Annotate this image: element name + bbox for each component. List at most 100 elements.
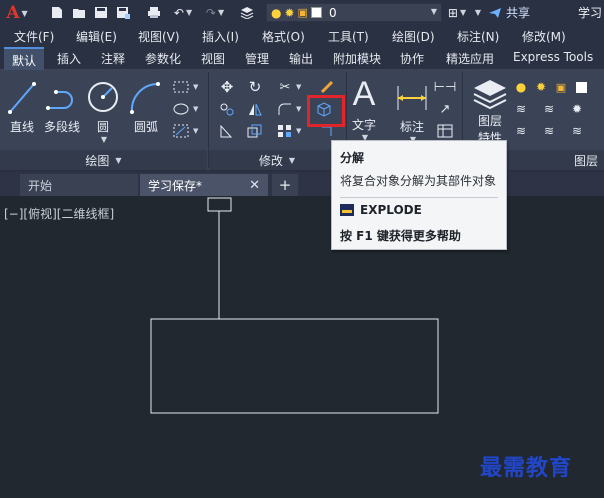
modify-panel-footer[interactable]: 修改 ▼: [209, 150, 345, 170]
circle-label: 圆: [96, 120, 109, 134]
layer-tool-icon[interactable]: ≋: [512, 100, 530, 118]
chevron-down-icon: ▼: [115, 155, 122, 165]
tab-start-label: 开始: [28, 178, 53, 193]
chevron-down-icon: ▼: [193, 105, 199, 113]
draw-panel-footer[interactable]: 绘图 ▼: [0, 150, 207, 170]
chevron-down-icon: ▼: [185, 8, 193, 17]
chevron-down-icon: ▼: [100, 135, 108, 144]
menu-dimension[interactable]: 标注(N): [457, 28, 499, 45]
tab-view[interactable]: 视图: [201, 50, 225, 67]
menu-file[interactable]: 文件(F): [14, 28, 54, 45]
ellipse-icon[interactable]: [172, 100, 190, 118]
color-swatch: [310, 7, 322, 18]
dimension-button[interactable]: 标注 ▼: [395, 78, 429, 144]
line-label: 直线: [9, 120, 34, 134]
stretch-icon[interactable]: [218, 122, 236, 140]
lightbulb-icon[interactable]: ●: [512, 78, 530, 96]
array-icon[interactable]: [276, 122, 294, 140]
layer-dropdown[interactable]: ● ✹ ▣ 0 ▼: [266, 3, 442, 22]
arc-button[interactable]: 圆弧: [128, 78, 164, 135]
workspace-icon[interactable]: ⊞ ▼: [444, 3, 470, 22]
chevron-down-icon: ▼: [193, 83, 199, 91]
menu-modify[interactable]: 修改(M): [522, 28, 566, 45]
layer-tool-icon[interactable]: ≋: [540, 122, 558, 140]
close-icon[interactable]: ✕: [249, 178, 260, 193]
rectangle-icon[interactable]: [172, 78, 190, 96]
window-title: 学习: [578, 6, 603, 20]
ribbon-panel: 直线 多段线 圆 ▼ 圆弧 ▼ ▼ ▼ 绘图 ▼ ✥ ↻ ✂ ▼ ▼ ▼ 修改 …: [0, 70, 604, 170]
menu-format[interactable]: 格式(O): [262, 28, 305, 45]
rotate-icon[interactable]: ↻: [246, 78, 264, 96]
undo-icon[interactable]: ↶ ▼: [170, 3, 196, 22]
erase-icon[interactable]: [318, 78, 336, 96]
layer-tool-icon[interactable]: ≋: [540, 100, 558, 118]
tab-start[interactable]: 开始: [20, 174, 138, 196]
fillet-icon[interactable]: [276, 100, 294, 118]
share-label: 共享: [506, 6, 531, 20]
small-rectangle: [207, 197, 232, 212]
new-tab-button[interactable]: +: [272, 174, 298, 196]
text-button[interactable]: A 文字 ▼: [352, 74, 376, 142]
chevron-down-icon: ▼: [21, 7, 28, 18]
line-icon: [8, 82, 36, 114]
chevron-down-icon: ▼: [296, 105, 302, 113]
layers-panel-title: 图层: [573, 153, 598, 168]
drawing-canvas[interactable]: [−][俯视][二维线框] 最需教育: [0, 196, 604, 498]
lock-icon[interactable]: ▣: [552, 78, 570, 96]
new-file-icon[interactable]: [48, 3, 66, 22]
layer-manager-icon[interactable]: [238, 3, 256, 22]
table-icon[interactable]: [436, 122, 454, 140]
leader-icon[interactable]: ↗: [436, 100, 454, 118]
more-icon[interactable]: ▼: [470, 3, 484, 22]
linear-dimension-icon[interactable]: ⊢⊣: [434, 78, 457, 96]
line-button[interactable]: 直线: [6, 78, 38, 135]
tab-output[interactable]: 输出: [289, 50, 313, 67]
redo-icon[interactable]: ↷ ▼: [202, 3, 228, 22]
layer-name: 0: [328, 5, 337, 20]
tab-annotate[interactable]: 注释: [101, 50, 125, 67]
print-icon[interactable]: [145, 3, 163, 22]
save-icon[interactable]: [92, 3, 110, 22]
color-swatch[interactable]: [572, 78, 590, 96]
tab-express-tools[interactable]: Express Tools: [513, 50, 593, 64]
sun-icon[interactable]: ✹: [532, 78, 550, 96]
chevron-down-icon: ▼: [217, 8, 225, 17]
tooltip-divider: [340, 197, 498, 198]
tab-default[interactable]: 默认: [4, 47, 45, 70]
tab-collaborate[interactable]: 协作: [400, 50, 424, 67]
layer-tool-icon[interactable]: ✹: [568, 100, 586, 118]
application-menu-button[interactable]: A ▼: [2, 3, 32, 23]
mirror-icon[interactable]: [246, 100, 264, 118]
menu-view[interactable]: 视图(V): [138, 28, 180, 45]
scale-icon[interactable]: [246, 122, 264, 140]
chevron-down-icon: ▼: [288, 155, 296, 165]
share-button[interactable]: 共享: [488, 4, 530, 21]
chevron-down-icon: ▼: [296, 127, 302, 135]
open-folder-icon[interactable]: [70, 3, 88, 22]
tooltip-help: 按 F1 键获得更多帮助: [340, 229, 461, 243]
tab-manage[interactable]: 管理: [245, 50, 269, 67]
menu-insert[interactable]: 插入(I): [202, 28, 239, 45]
tab-insert[interactable]: 插入: [57, 50, 81, 67]
hatch-icon[interactable]: [172, 122, 190, 140]
tab-addins[interactable]: 附加模块: [333, 50, 381, 67]
trim-icon[interactable]: ✂: [276, 78, 294, 96]
layer-tool-icon[interactable]: ≋: [568, 122, 586, 140]
layer-properties-button[interactable]: 图层 特性: [472, 76, 508, 146]
menu-draw[interactable]: 绘图(D): [392, 28, 435, 45]
tab-parametric[interactable]: 参数化: [145, 50, 181, 67]
tooltip-description: 将复合对象分解为其部件对象: [340, 174, 497, 188]
polyline-button[interactable]: 多段线: [44, 78, 80, 135]
lightbulb-icon: ●: [271, 5, 282, 20]
copy-icon[interactable]: [218, 100, 236, 118]
menu-edit[interactable]: 编辑(E): [76, 28, 117, 45]
layer-tool-icon[interactable]: ≋: [512, 122, 530, 140]
circle-button[interactable]: 圆 ▼: [86, 78, 120, 144]
save-as-icon[interactable]: [114, 3, 132, 22]
move-icon[interactable]: ✥: [218, 78, 236, 96]
polyline-label: 多段线: [44, 120, 81, 134]
tab-drawing[interactable]: 学习保存* ✕: [140, 174, 268, 196]
menu-tools[interactable]: 工具(T): [328, 28, 369, 45]
tab-featured-apps[interactable]: 精选应用: [446, 50, 494, 67]
layer-properties-label-1: 图层: [477, 114, 502, 128]
